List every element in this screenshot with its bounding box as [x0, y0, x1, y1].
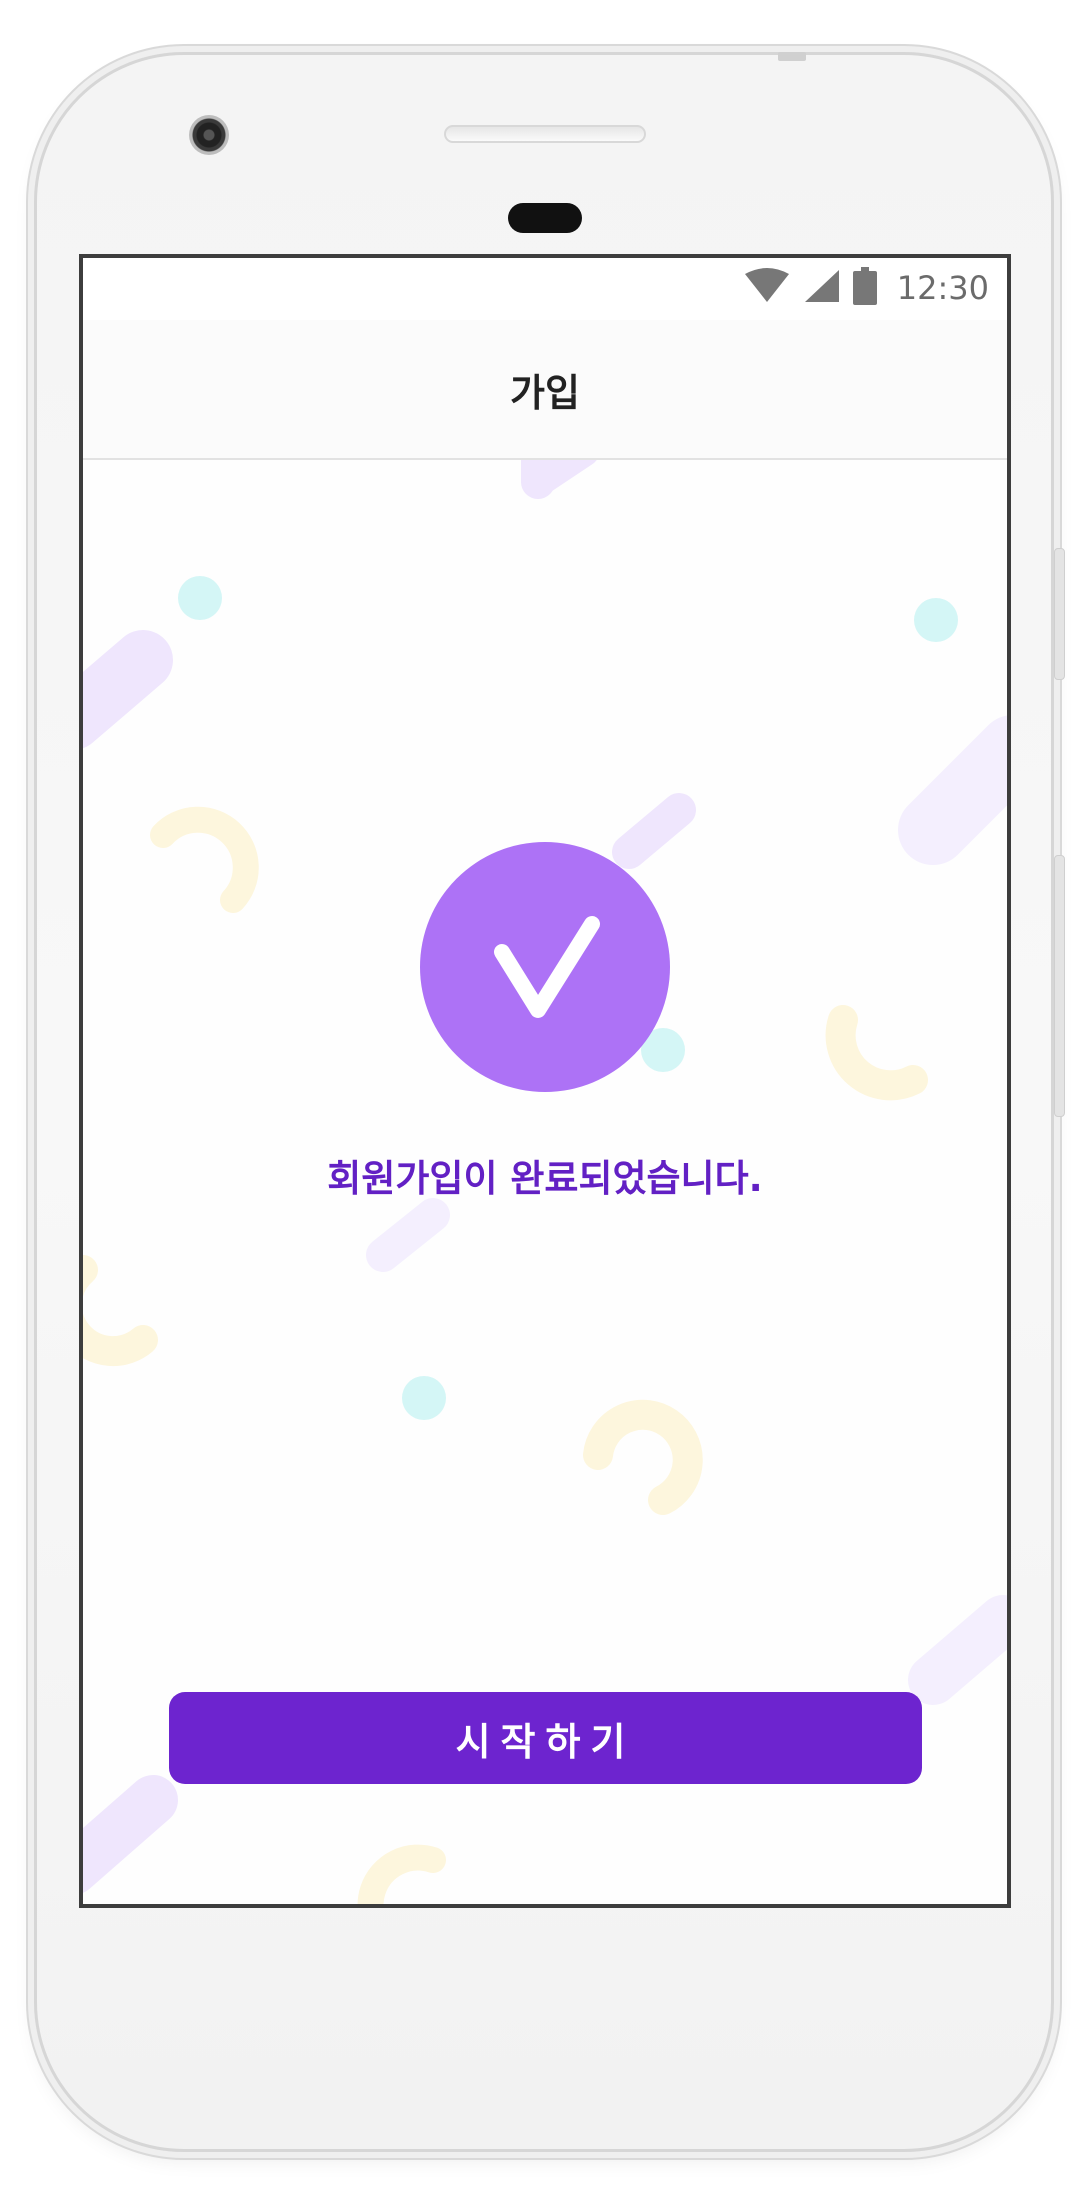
phone-screen: 12:30 가입 회원가입이 완료되었습니다. 시작하기 [79, 254, 1011, 1908]
earpiece-speaker [444, 125, 646, 143]
wifi-icon [743, 268, 791, 308]
completion-message: 회원가입이 완료되었습니다. [327, 1157, 763, 1200]
phone-top-button [778, 52, 806, 61]
app-header: 가입 [83, 320, 1007, 460]
phone-volume-button [1054, 855, 1065, 1117]
status-icons: 12:30 [743, 267, 989, 309]
check-icon [494, 916, 600, 1018]
battery-icon [852, 267, 877, 309]
success-check-badge [420, 842, 670, 1092]
front-camera [189, 115, 229, 155]
page-title: 가입 [510, 370, 580, 415]
signal-icon [803, 268, 841, 308]
phone-power-button [1054, 548, 1065, 680]
status-time: 12:30 [896, 269, 989, 307]
signup-complete-content: 회원가입이 완료되었습니다. 시작하기 [83, 460, 1007, 1904]
status-bar: 12:30 [83, 258, 1007, 320]
proximity-sensor [508, 203, 582, 233]
start-button[interactable]: 시작하기 [169, 1692, 922, 1784]
